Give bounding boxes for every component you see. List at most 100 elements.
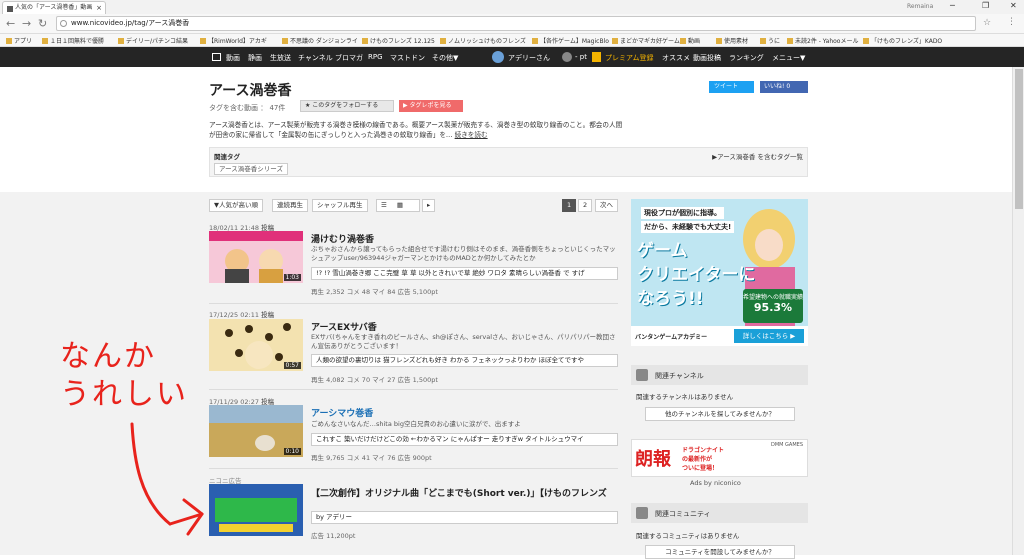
video-stats: 再生 9,765 コメ 41 マイ 76 広告 900pt — [311, 454, 432, 462]
tweet-button[interactable]: ツイート — [709, 81, 754, 93]
user-avatar[interactable] — [492, 51, 504, 63]
apps-icon — [6, 38, 12, 44]
video-title-link[interactable]: アースEXサバ香 — [311, 320, 377, 333]
nav-video[interactable]: 動画 — [226, 53, 240, 63]
bookmark-item[interactable]: デイリー/パチンコ結果 — [118, 36, 188, 45]
bookmark-item[interactable]: 不思議の ダンジョンライ — [282, 36, 358, 45]
video-thumbnail[interactable]: 0:57 — [209, 319, 303, 371]
sidebar-ad-banner-2[interactable]: 朗報 ドラゴンナイト の最新作が ついに登場！ DMM GAMES — [631, 439, 808, 477]
bookmark-item[interactable]: 未読2件 - Yahooメール — [787, 36, 858, 45]
related-tag-chip[interactable]: アース渦巻香シリーズ — [214, 163, 288, 175]
page-1-button[interactable]: 1 — [562, 199, 577, 212]
nav-mastodon[interactable]: マストドン — [390, 53, 425, 63]
follow-tag-button[interactable]: ★ このタグをフォローする — [300, 100, 394, 112]
nav-seiga[interactable]: 静画 — [248, 53, 262, 63]
premium-link[interactable]: プレミアム登録 — [605, 53, 654, 63]
bookmark-item[interactable]: まどかマギカ好ゲーム — [612, 36, 680, 45]
video-title-link[interactable]: 湯けむり渦巻香 — [311, 232, 374, 245]
url-text: www.nicovideo.jp/tag/アース渦巻香 — [71, 19, 190, 27]
bookmark-item[interactable]: けものフレンズ 12.125 — [362, 36, 435, 45]
close-window-icon[interactable]: ✕ — [1010, 1, 1017, 10]
ad-brand: バンタンゲームアカデミー — [635, 334, 708, 341]
nav-live[interactable]: 生放送 — [270, 53, 291, 63]
read-more-link[interactable]: 続きを読む — [455, 131, 488, 139]
bookmark-folder[interactable]: 使用素材 — [716, 36, 748, 45]
video-thumbnail[interactable]: 1:03 — [209, 231, 303, 283]
folder-icon — [680, 38, 686, 44]
next-page-button[interactable]: 次へ — [595, 199, 618, 212]
tab-close-icon[interactable]: × — [96, 2, 102, 14]
video-stats: 再生 4,082 コメ 70 マイ 27 広告 1,500pt — [311, 376, 438, 384]
list-view-icon[interactable]: ☰ — [381, 201, 387, 209]
video-title-link[interactable]: アーシマウ巻香 — [311, 406, 373, 419]
tag-list-link[interactable]: ▶アース渦巻香 を含むタグ一覧 — [712, 151, 803, 161]
maximize-icon[interactable]: ❐ — [982, 1, 989, 10]
shuffle-play-button[interactable]: シャッフル再生 — [312, 199, 368, 212]
ad-copy-line: 現役プロが個別に指導。 — [641, 207, 724, 219]
divider — [209, 303, 618, 304]
nav-ranking[interactable]: ランキング — [729, 53, 764, 63]
nav-menu[interactable]: メニュー▼ — [772, 53, 805, 63]
sort-select[interactable]: ▼人気が高い順 — [209, 199, 263, 212]
bookmarks-bar: アプリ １日１回無料で優勝 デイリー/パチンコ結果 【RimWorld】アカギ … — [0, 34, 1024, 47]
video-duration: 0:57 — [283, 362, 301, 369]
facebook-like-button[interactable]: いいね! 0 — [760, 81, 808, 93]
bookmark-item[interactable]: アプリ — [6, 36, 32, 45]
video-description: EXサバ(ちゃんをすき香れのビールさん、sh@ぽさん、servalさん、おいじゃ… — [311, 333, 616, 350]
bookmark-item[interactable]: ノムリッシュけものフレンズ — [440, 36, 526, 45]
video-thumbnail[interactable]: 0:10 — [209, 405, 303, 457]
video-count: タグを含む動画 ： 47件 — [209, 104, 286, 112]
browser-tab[interactable]: 人気の「アース渦巻香」動画 × — [2, 1, 106, 14]
star-icon[interactable]: ☆ — [983, 18, 991, 28]
bookmark-item[interactable]: 【RimWorld】アカギ — [200, 36, 267, 45]
scrollbar-thumb[interactable] — [1015, 69, 1023, 209]
back-icon[interactable]: ← — [6, 17, 15, 30]
url-input[interactable]: www.nicovideo.jp/tag/アース渦巻香 — [56, 16, 976, 31]
nav-recommend[interactable]: オススメ — [662, 53, 690, 63]
ad-copy-line: だから、未経験でも大丈夫! — [641, 221, 735, 233]
ad-cta-button[interactable]: 詳しくはこちら ▶ — [734, 329, 804, 343]
bookmark-icon — [42, 38, 48, 44]
niconico-logo-icon[interactable] — [212, 53, 221, 61]
ad2-subtext: ドラゴンナイト の最新作が ついに登場！ — [682, 447, 725, 472]
sidebar-ad-banner[interactable]: 現役プロが個別に指導。 だから、未経験でも大丈夫! ゲーム クリエイターに なろ… — [631, 199, 808, 346]
nav-other[interactable]: その他▼ — [432, 53, 458, 63]
video-duration: 1:03 — [283, 274, 301, 281]
page-scrollbar[interactable] — [1012, 67, 1024, 555]
folder-icon — [716, 38, 722, 44]
bookmark-icon — [282, 38, 288, 44]
divider — [209, 389, 618, 390]
bookmark-icon — [200, 38, 206, 44]
bookmark-item[interactable]: １日１回無料で優勝 — [42, 36, 104, 45]
more-options-icon[interactable]: ▸ — [422, 199, 436, 212]
continuous-play-button[interactable]: 連続再生 — [272, 199, 308, 212]
niconico-global-nav: 動画 静画 生放送 チャンネル ブロマガ RPG マストドン その他▼ アデリー… — [0, 47, 1024, 67]
grid-view-icon[interactable]: ▦ — [397, 201, 403, 209]
bookmark-item[interactable]: 「けものフレンズ」KADO — [863, 36, 942, 45]
description-line: アース渦巻香とは、アース製薬が販売する渦巻き模様の線香である。概要アース製薬が販… — [209, 121, 623, 129]
menu-icon[interactable]: ⋮ — [1007, 17, 1016, 27]
forward-icon[interactable]: → — [22, 17, 31, 30]
profile-name[interactable]: Remaina — [907, 3, 933, 10]
page-2-button[interactable]: 2 — [578, 199, 593, 212]
create-community-button[interactable]: コミュニティを開設してみませんか？ — [645, 545, 795, 559]
ad2-logo: DMM GAMES — [770, 442, 803, 448]
nav-upload[interactable]: 動画投稿 — [693, 53, 721, 63]
user-name[interactable]: アデリーさん — [508, 53, 550, 63]
nav-channel[interactable]: チャンネル — [298, 53, 333, 63]
reload-icon[interactable]: ↻ — [38, 17, 47, 30]
ad-headline: ゲーム クリエイターに なろう!! — [637, 241, 756, 309]
bookmark-item[interactable]: 【各作ゲーム】MagicBlo — [532, 36, 609, 45]
nav-blomaga[interactable]: ブロマガ — [335, 53, 363, 63]
user-points: - pt — [575, 53, 587, 61]
nicoad-title-link[interactable]: 【二次創作】オリジナル曲「どこまでも(Short ver.)」【けものフレンズ — [311, 486, 607, 499]
tag-report-button[interactable]: ▶ タグレポを見る — [399, 100, 463, 112]
yahoo-icon — [787, 38, 793, 44]
find-channel-button[interactable]: 他のチャンネルを探してみませんか？ — [645, 407, 795, 421]
bookmark-folder[interactable]: 動画 — [680, 36, 700, 45]
minimize-icon[interactable]: ─ — [950, 1, 955, 10]
bookmark-folder[interactable]: うに — [760, 36, 780, 45]
nav-rpg[interactable]: RPG — [368, 53, 383, 61]
nicoad-thumbnail[interactable] — [209, 484, 303, 536]
video-duration: 0:10 — [283, 448, 301, 455]
